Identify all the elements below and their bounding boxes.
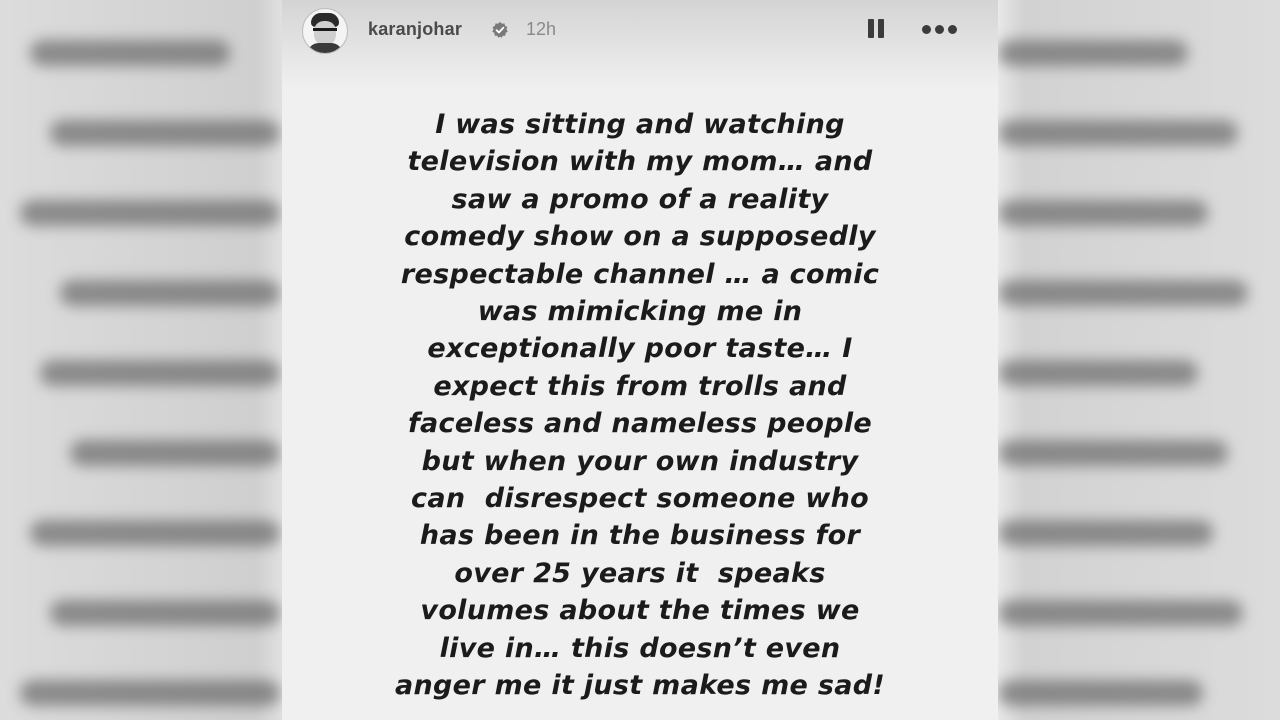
pause-icon [868, 19, 874, 38]
story-text-line: faceless and nameless people [407, 408, 873, 440]
username[interactable]: karanjohar [368, 19, 462, 40]
story-text-line: comedy show on a supposedly [404, 221, 876, 253]
story-text-line: exceptionally poor taste… I [427, 333, 853, 365]
story-text-line: over 25 years it speaks [454, 557, 826, 589]
story-text-line: live in… this doesn’t even [439, 632, 841, 664]
story-text-line: television with my mom… and [407, 146, 873, 178]
story-header: karanjohar 12h [282, 0, 998, 90]
story-text-line: respectable channel … a comic [400, 258, 880, 290]
blurred-background-left [0, 0, 282, 720]
more-options-button[interactable] [920, 17, 960, 41]
story-text-line: I was sitting and watching [435, 109, 845, 140]
story-text-line: anger me it just makes me sad! [395, 670, 885, 702]
profile-avatar[interactable] [302, 8, 348, 54]
story-text-line: expect this from trolls and [433, 370, 847, 402]
story-text-line: can disrespect someone who [411, 483, 869, 515]
more-options-icon [922, 25, 931, 34]
story-text-line: saw a promo of a reality [451, 183, 829, 215]
post-timestamp: 12h [526, 19, 557, 39]
story-text: I was sitting and watching television wi… [302, 106, 978, 705]
story-text-line: volumes about the times we [420, 595, 860, 627]
story-text-line: but when your own industry [421, 445, 859, 477]
blurred-background-right [998, 0, 1280, 720]
story-text-line: was mimicking me in [477, 296, 803, 328]
verified-badge-icon [492, 21, 508, 38]
story-viewer: karanjohar 12h I was sitting and watchin… [282, 0, 998, 720]
story-text-line: has been in the business for [419, 520, 861, 552]
pause-button[interactable] [865, 17, 889, 41]
